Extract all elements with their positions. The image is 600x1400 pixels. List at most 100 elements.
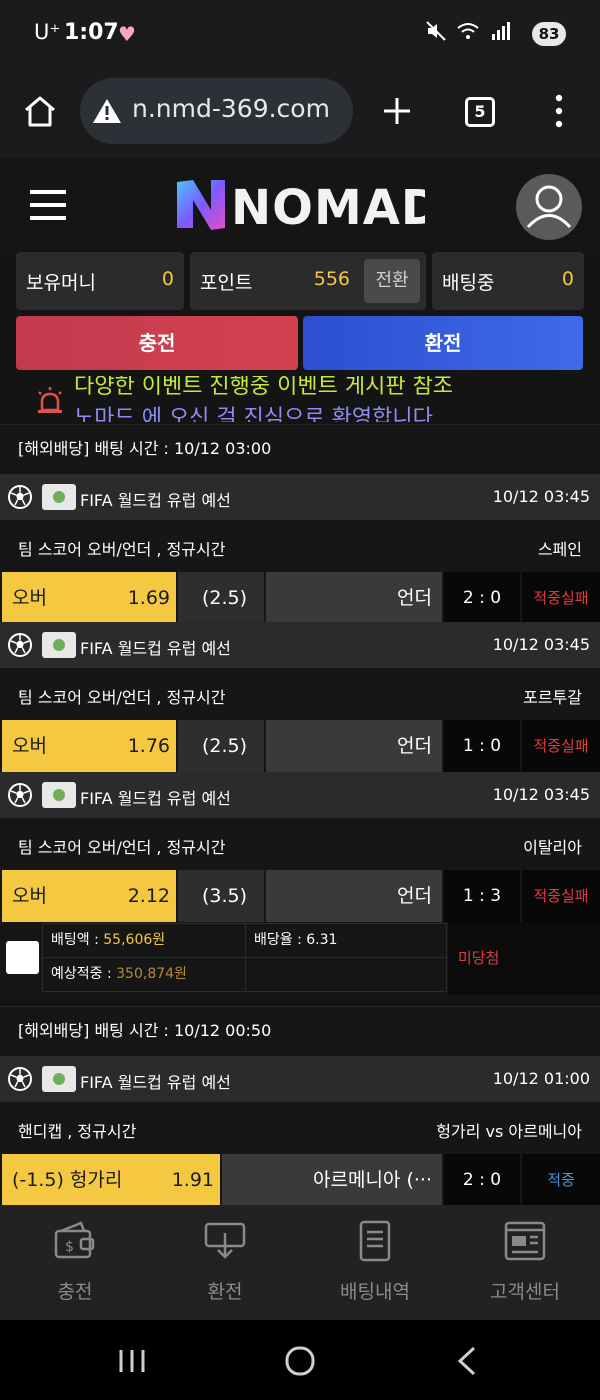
- warning-icon[interactable]: [92, 98, 122, 124]
- betting-box: 배팅중 0: [432, 252, 584, 310]
- balance-money-box: 보유머니 0: [16, 252, 184, 310]
- odds-row: 오버 2.12 (3.5) 언더 1 : 3 적중실패: [0, 870, 600, 922]
- site-logo[interactable]: NOMAD: [175, 176, 441, 244]
- soccer-ball-icon: [8, 783, 32, 807]
- selected-pick[interactable]: (-1.5) 헝가리 1.91: [2, 1154, 220, 1206]
- odds-total-label: 배당율 :: [254, 932, 307, 948]
- result-status: 적중실패: [522, 572, 600, 624]
- odds-row: 오버 1.69 (2.5) 언더 2 : 0 적중실패: [0, 572, 600, 624]
- status-bar: U⁺ 1:07 ♥ 83: [0, 0, 600, 68]
- market-name: 팀 스코어 오버/언더 , 정규시간: [18, 540, 226, 559]
- other-pick[interactable]: 언더: [266, 720, 442, 772]
- line-value: (3.5): [178, 870, 264, 922]
- user-avatar-button[interactable]: [516, 174, 582, 240]
- result-status: 적중실패: [522, 870, 600, 922]
- bet-group-title: [해외배당] 배팅 시간 : 10/12 03:00: [0, 424, 600, 472]
- expected-win-label: 예상적중 :: [51, 966, 117, 982]
- league-flag-icon: [42, 484, 76, 510]
- new-tab-icon[interactable]: [382, 96, 412, 126]
- notice-line-2: 노마드 에 오신 걸 진심으로 환영합니다: [74, 406, 433, 422]
- status-icons: [425, 20, 510, 42]
- league-flag-icon: [42, 782, 76, 808]
- empty-cell: [245, 957, 447, 992]
- convert-points-button[interactable]: 전환: [364, 259, 420, 303]
- notice-marquee: 다양한 이벤트 진행중 이벤트 게시판 참조 노마드 에 오신 걸 진심으로 환…: [0, 376, 600, 422]
- expected-win-cell: 예상적중 : 350,874원: [42, 957, 246, 992]
- browser-toolbar: n.nmd-369.com 5: [0, 68, 600, 158]
- pick-label: (-1.5) 헝가리: [12, 1169, 123, 1191]
- nav-bet-history-label: 배팅내역: [340, 1281, 410, 1303]
- match-date: 10/12 01:00: [492, 1069, 590, 1088]
- logo-text: NOMAD: [231, 180, 425, 232]
- nav-withdraw-label: 환전: [207, 1281, 243, 1303]
- betting-value: 0: [561, 268, 574, 290]
- newspaper-icon: [504, 1221, 546, 1261]
- nav-withdraw[interactable]: 환전: [150, 1205, 300, 1320]
- odds-row: 오버 1.76 (2.5) 언더 1 : 0 적중실패: [0, 720, 600, 772]
- pick-label: 오버: [12, 885, 47, 907]
- league-flag-icon: [42, 632, 76, 658]
- team-name: 헝가리 vs 아르메니아: [436, 1122, 582, 1141]
- url-text[interactable]: n.nmd-369.com: [132, 94, 346, 123]
- market-row: 핸디캡 , 정규시간 헝가리 vs 아르메니아: [0, 1102, 600, 1154]
- hamburger-menu-icon[interactable]: [30, 190, 66, 220]
- pick-odds: 2.12: [127, 885, 170, 907]
- league-name: FIFA 월드컵 유럽 예선: [80, 491, 231, 510]
- team-name: 이탈리아: [523, 838, 582, 857]
- nav-deposit[interactable]: $ 충전: [0, 1205, 150, 1320]
- document-icon: [359, 1220, 391, 1262]
- match-date: 10/12 03:45: [492, 785, 590, 804]
- address-bar[interactable]: n.nmd-369.com: [80, 78, 353, 144]
- recent-apps-icon[interactable]: [118, 1348, 146, 1374]
- clock: 1:07: [64, 20, 119, 45]
- select-checkbox[interactable]: [6, 941, 39, 974]
- more-options-icon[interactable]: [552, 94, 566, 128]
- league-row: FIFA 월드컵 유럽 예선 10/12 03:45: [0, 622, 600, 668]
- nav-customer-center[interactable]: 고객센터: [450, 1205, 600, 1320]
- notice-line-1: 다양한 이벤트 진행중 이벤트 게시판 참조: [74, 376, 454, 399]
- home-circle-icon[interactable]: [284, 1346, 316, 1376]
- expected-win-value: 350,874원: [116, 966, 187, 982]
- league-name: FIFA 월드컵 유럽 예선: [80, 639, 231, 658]
- heart-icon: ♥: [118, 22, 136, 46]
- pick-odds: 1.91: [171, 1169, 214, 1191]
- pick-odds: 1.76: [127, 735, 170, 757]
- deposit-button[interactable]: 충전: [16, 316, 298, 370]
- odds-row: (-1.5) 헝가리 1.91 아르메니아 (··· 2 : 0 적중: [0, 1154, 600, 1206]
- selected-pick[interactable]: 오버 1.69: [2, 572, 176, 624]
- odds-total-cell: 배당율 : 6.31: [245, 923, 447, 958]
- selected-pick[interactable]: 오버 1.76: [2, 720, 176, 772]
- selected-pick[interactable]: 오버 2.12: [2, 870, 176, 922]
- withdraw-button[interactable]: 환전: [303, 316, 583, 370]
- tab-switcher-button[interactable]: 5: [465, 97, 495, 127]
- other-pick[interactable]: 아르메니아 (···: [222, 1154, 442, 1206]
- cash-out-icon: [204, 1222, 246, 1259]
- points-box: 포인트 556 전환: [190, 252, 426, 310]
- home-icon[interactable]: [22, 94, 58, 128]
- pick-label: 오버: [12, 735, 47, 757]
- signal-icon: [492, 22, 510, 40]
- nav-bet-history[interactable]: 배팅내역: [300, 1205, 450, 1320]
- other-pick[interactable]: 언더: [266, 870, 442, 922]
- bet-amount-label: 배팅액 :: [51, 932, 104, 948]
- result-status: 적중: [522, 1154, 600, 1206]
- bet-summary: 배팅액 : 55,606원 배당율 : 6.31 예상적중 : 350,874원…: [0, 922, 600, 994]
- match-date: 10/12 03:45: [492, 487, 590, 506]
- league-row: FIFA 월드컵 유럽 예선 10/12 01:00: [0, 1056, 600, 1102]
- other-pick[interactable]: 언더: [266, 572, 442, 624]
- league-flag-icon: [42, 1066, 76, 1092]
- points-value: 556: [313, 268, 350, 290]
- battery-indicator: 83: [532, 22, 566, 46]
- balance-money-label: 보유머니: [26, 272, 96, 294]
- carrier-label: U⁺: [34, 20, 61, 44]
- nav-customer-center-label: 고객센터: [490, 1281, 560, 1303]
- back-icon[interactable]: [456, 1346, 478, 1376]
- nav-deposit-label: 충전: [57, 1281, 93, 1303]
- soccer-ball-icon: [8, 1067, 32, 1091]
- betting-label: 배팅중: [442, 272, 495, 294]
- team-name: 스페인: [537, 540, 582, 559]
- bet-amount-value: 55,606원: [103, 932, 166, 948]
- wifi-icon: [457, 23, 479, 39]
- result-status: 적중실패: [522, 720, 600, 772]
- user-icon: [526, 185, 572, 229]
